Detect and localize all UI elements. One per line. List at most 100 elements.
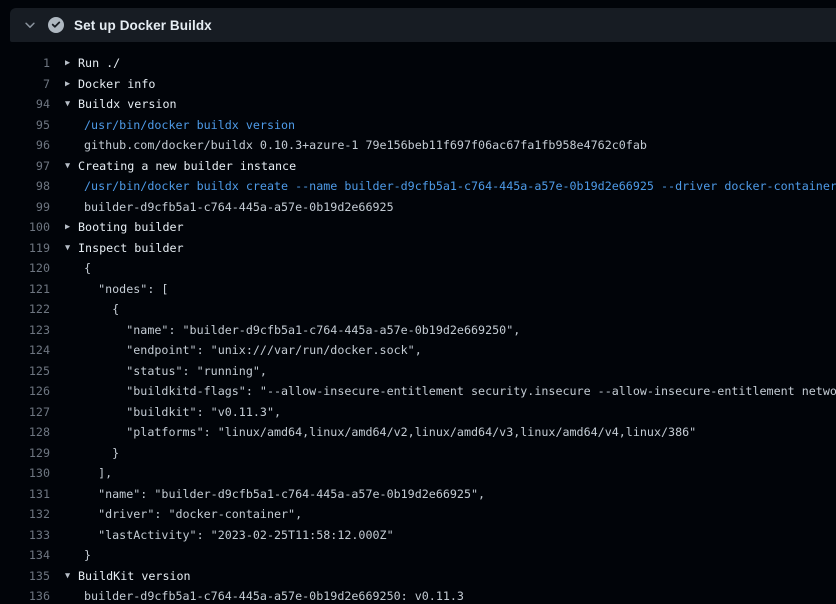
log-line: 123 "name": "builder-d9cfb5a1-c764-445a-… — [0, 320, 836, 341]
caret-down-icon[interactable]: ▼ — [65, 566, 78, 587]
log-line: 7 ▶Docker info — [0, 74, 836, 95]
log-line: 125 "status": "running", — [0, 361, 836, 382]
line-number[interactable]: 98 — [0, 176, 50, 197]
line-number[interactable]: 134 — [0, 545, 50, 566]
line-number[interactable]: 1 — [0, 53, 50, 74]
line-number[interactable]: 96 — [0, 135, 50, 156]
caret-spacer — [65, 320, 78, 341]
group-title[interactable]: BuildKit version — [78, 566, 191, 587]
line-number[interactable]: 95 — [0, 115, 50, 136]
line-number[interactable]: 121 — [0, 279, 50, 300]
line-number[interactable]: 125 — [0, 361, 50, 382]
line-number[interactable]: 131 — [0, 484, 50, 505]
group-title[interactable]: Booting builder — [78, 217, 184, 238]
line-number[interactable]: 100 — [0, 217, 50, 238]
check-circle-icon — [48, 17, 64, 33]
line-number[interactable]: 123 — [0, 320, 50, 341]
line-number[interactable]: 124 — [0, 340, 50, 361]
line-number[interactable]: 128 — [0, 422, 50, 443]
caret-down-icon[interactable]: ▼ — [65, 94, 78, 115]
line-number[interactable]: 136 — [0, 586, 50, 604]
line-number[interactable]: 97 — [0, 156, 50, 177]
caret-spacer — [65, 381, 78, 402]
log-text: "platforms": "linux/amd64,linux/amd64/v2… — [78, 422, 696, 443]
log-line: 136 builder-d9cfb5a1-c764-445a-a57e-0b19d… — [0, 586, 836, 604]
caret-right-icon[interactable]: ▶ — [65, 217, 78, 238]
line-number[interactable]: 132 — [0, 504, 50, 525]
caret-right-icon[interactable]: ▶ — [65, 74, 78, 95]
log-line: 99 builder-d9cfb5a1-c764-445a-a57e-0b19d2… — [0, 197, 836, 218]
line-number[interactable]: 129 — [0, 443, 50, 464]
caret-spacer — [65, 299, 78, 320]
caret-down-icon[interactable]: ▼ — [65, 238, 78, 259]
log-text: "buildkitd-flags": "--allow-insecure-ent… — [78, 381, 836, 402]
caret-spacer — [65, 258, 78, 279]
line-number[interactable]: 126 — [0, 381, 50, 402]
line-number[interactable]: 94 — [0, 94, 50, 115]
log-line: 126 "buildkitd-flags": "--allow-insecure… — [0, 381, 836, 402]
caret-spacer — [65, 402, 78, 423]
line-number[interactable]: 119 — [0, 238, 50, 259]
caret-spacer — [65, 504, 78, 525]
log-line: 94 ▼Buildx version — [0, 94, 836, 115]
log-text: "name": "builder-d9cfb5a1-c764-445a-a57e… — [78, 320, 520, 341]
caret-down-icon[interactable]: ▼ — [65, 156, 78, 177]
log-line: 127 "buildkit": "v0.11.3", — [0, 402, 836, 423]
line-number[interactable]: 99 — [0, 197, 50, 218]
line-number[interactable]: 133 — [0, 525, 50, 546]
line-number[interactable]: 120 — [0, 258, 50, 279]
caret-spacer — [65, 443, 78, 464]
step-title: Set up Docker Buildx — [74, 18, 212, 33]
log-line: 130 ], — [0, 463, 836, 484]
caret-spacer — [65, 361, 78, 382]
log-body: 1▶Run ./7▶Docker info94▼Buildx version95… — [0, 42, 836, 604]
line-number[interactable]: 127 — [0, 402, 50, 423]
caret-spacer — [65, 525, 78, 546]
caret-spacer — [65, 135, 78, 156]
group-title[interactable]: Creating a new builder instance — [78, 156, 296, 177]
log-line: 132 "driver": "docker-container", — [0, 504, 836, 525]
step-header[interactable]: Set up Docker Buildx — [10, 8, 836, 42]
group-title[interactable]: Docker info — [78, 74, 155, 95]
log-line: 129 } — [0, 443, 836, 464]
log-text: "driver": "docker-container", — [78, 504, 302, 525]
log-line: 124 "endpoint": "unix:///var/run/docker.… — [0, 340, 836, 361]
log-text: builder-d9cfb5a1-c764-445a-a57e-0b19d2e6… — [78, 197, 394, 218]
log-text: ], — [78, 463, 112, 484]
log-text: { — [78, 299, 119, 320]
log-line: 121 "nodes": [ — [0, 279, 836, 300]
log-text: "buildkit": "v0.11.3", — [78, 402, 281, 423]
log-line: 128 "platforms": "linux/amd64,linux/amd6… — [0, 422, 836, 443]
caret-spacer — [65, 115, 78, 136]
line-number[interactable]: 130 — [0, 463, 50, 484]
actions-log-viewer: Set up Docker Buildx 1▶Run ./7▶Docker in… — [0, 0, 836, 604]
group-title[interactable]: Run ./ — [78, 53, 120, 74]
log-line: 122 { — [0, 299, 836, 320]
log-text: "status": "running", — [78, 361, 267, 382]
log-line: 133 "lastActivity": "2023-02-25T11:58:12… — [0, 525, 836, 546]
log-line: 98/usr/bin/docker buildx create --name b… — [0, 176, 836, 197]
caret-right-icon[interactable]: ▶ — [65, 53, 78, 74]
log-text: } — [78, 443, 119, 464]
caret-spacer — [65, 422, 78, 443]
log-text: github.com/docker/buildx 0.10.3+azure-1 … — [78, 135, 647, 156]
group-title[interactable]: Buildx version — [78, 94, 177, 115]
log-text: } — [78, 545, 91, 566]
line-number[interactable]: 7 — [0, 74, 50, 95]
log-line: 96 github.com/docker/buildx 0.10.3+azure-… — [0, 135, 836, 156]
log-text: "nodes": [ — [78, 279, 168, 300]
log-text: builder-d9cfb5a1-c764-445a-a57e-0b19d2e6… — [78, 586, 464, 604]
log-line: 119 ▼Inspect builder — [0, 238, 836, 259]
group-title[interactable]: Inspect builder — [78, 238, 184, 259]
line-number[interactable]: 135 — [0, 566, 50, 587]
log-line: 135 ▼BuildKit version — [0, 566, 836, 587]
caret-spacer — [65, 340, 78, 361]
chevron-down-icon[interactable] — [19, 14, 41, 36]
caret-spacer — [65, 545, 78, 566]
log-line: 1 ▶Run ./ — [0, 53, 836, 74]
caret-spacer — [65, 463, 78, 484]
log-text: /usr/bin/docker buildx create --name bui… — [78, 176, 836, 197]
caret-spacer — [65, 279, 78, 300]
caret-spacer — [65, 484, 78, 505]
line-number[interactable]: 122 — [0, 299, 50, 320]
